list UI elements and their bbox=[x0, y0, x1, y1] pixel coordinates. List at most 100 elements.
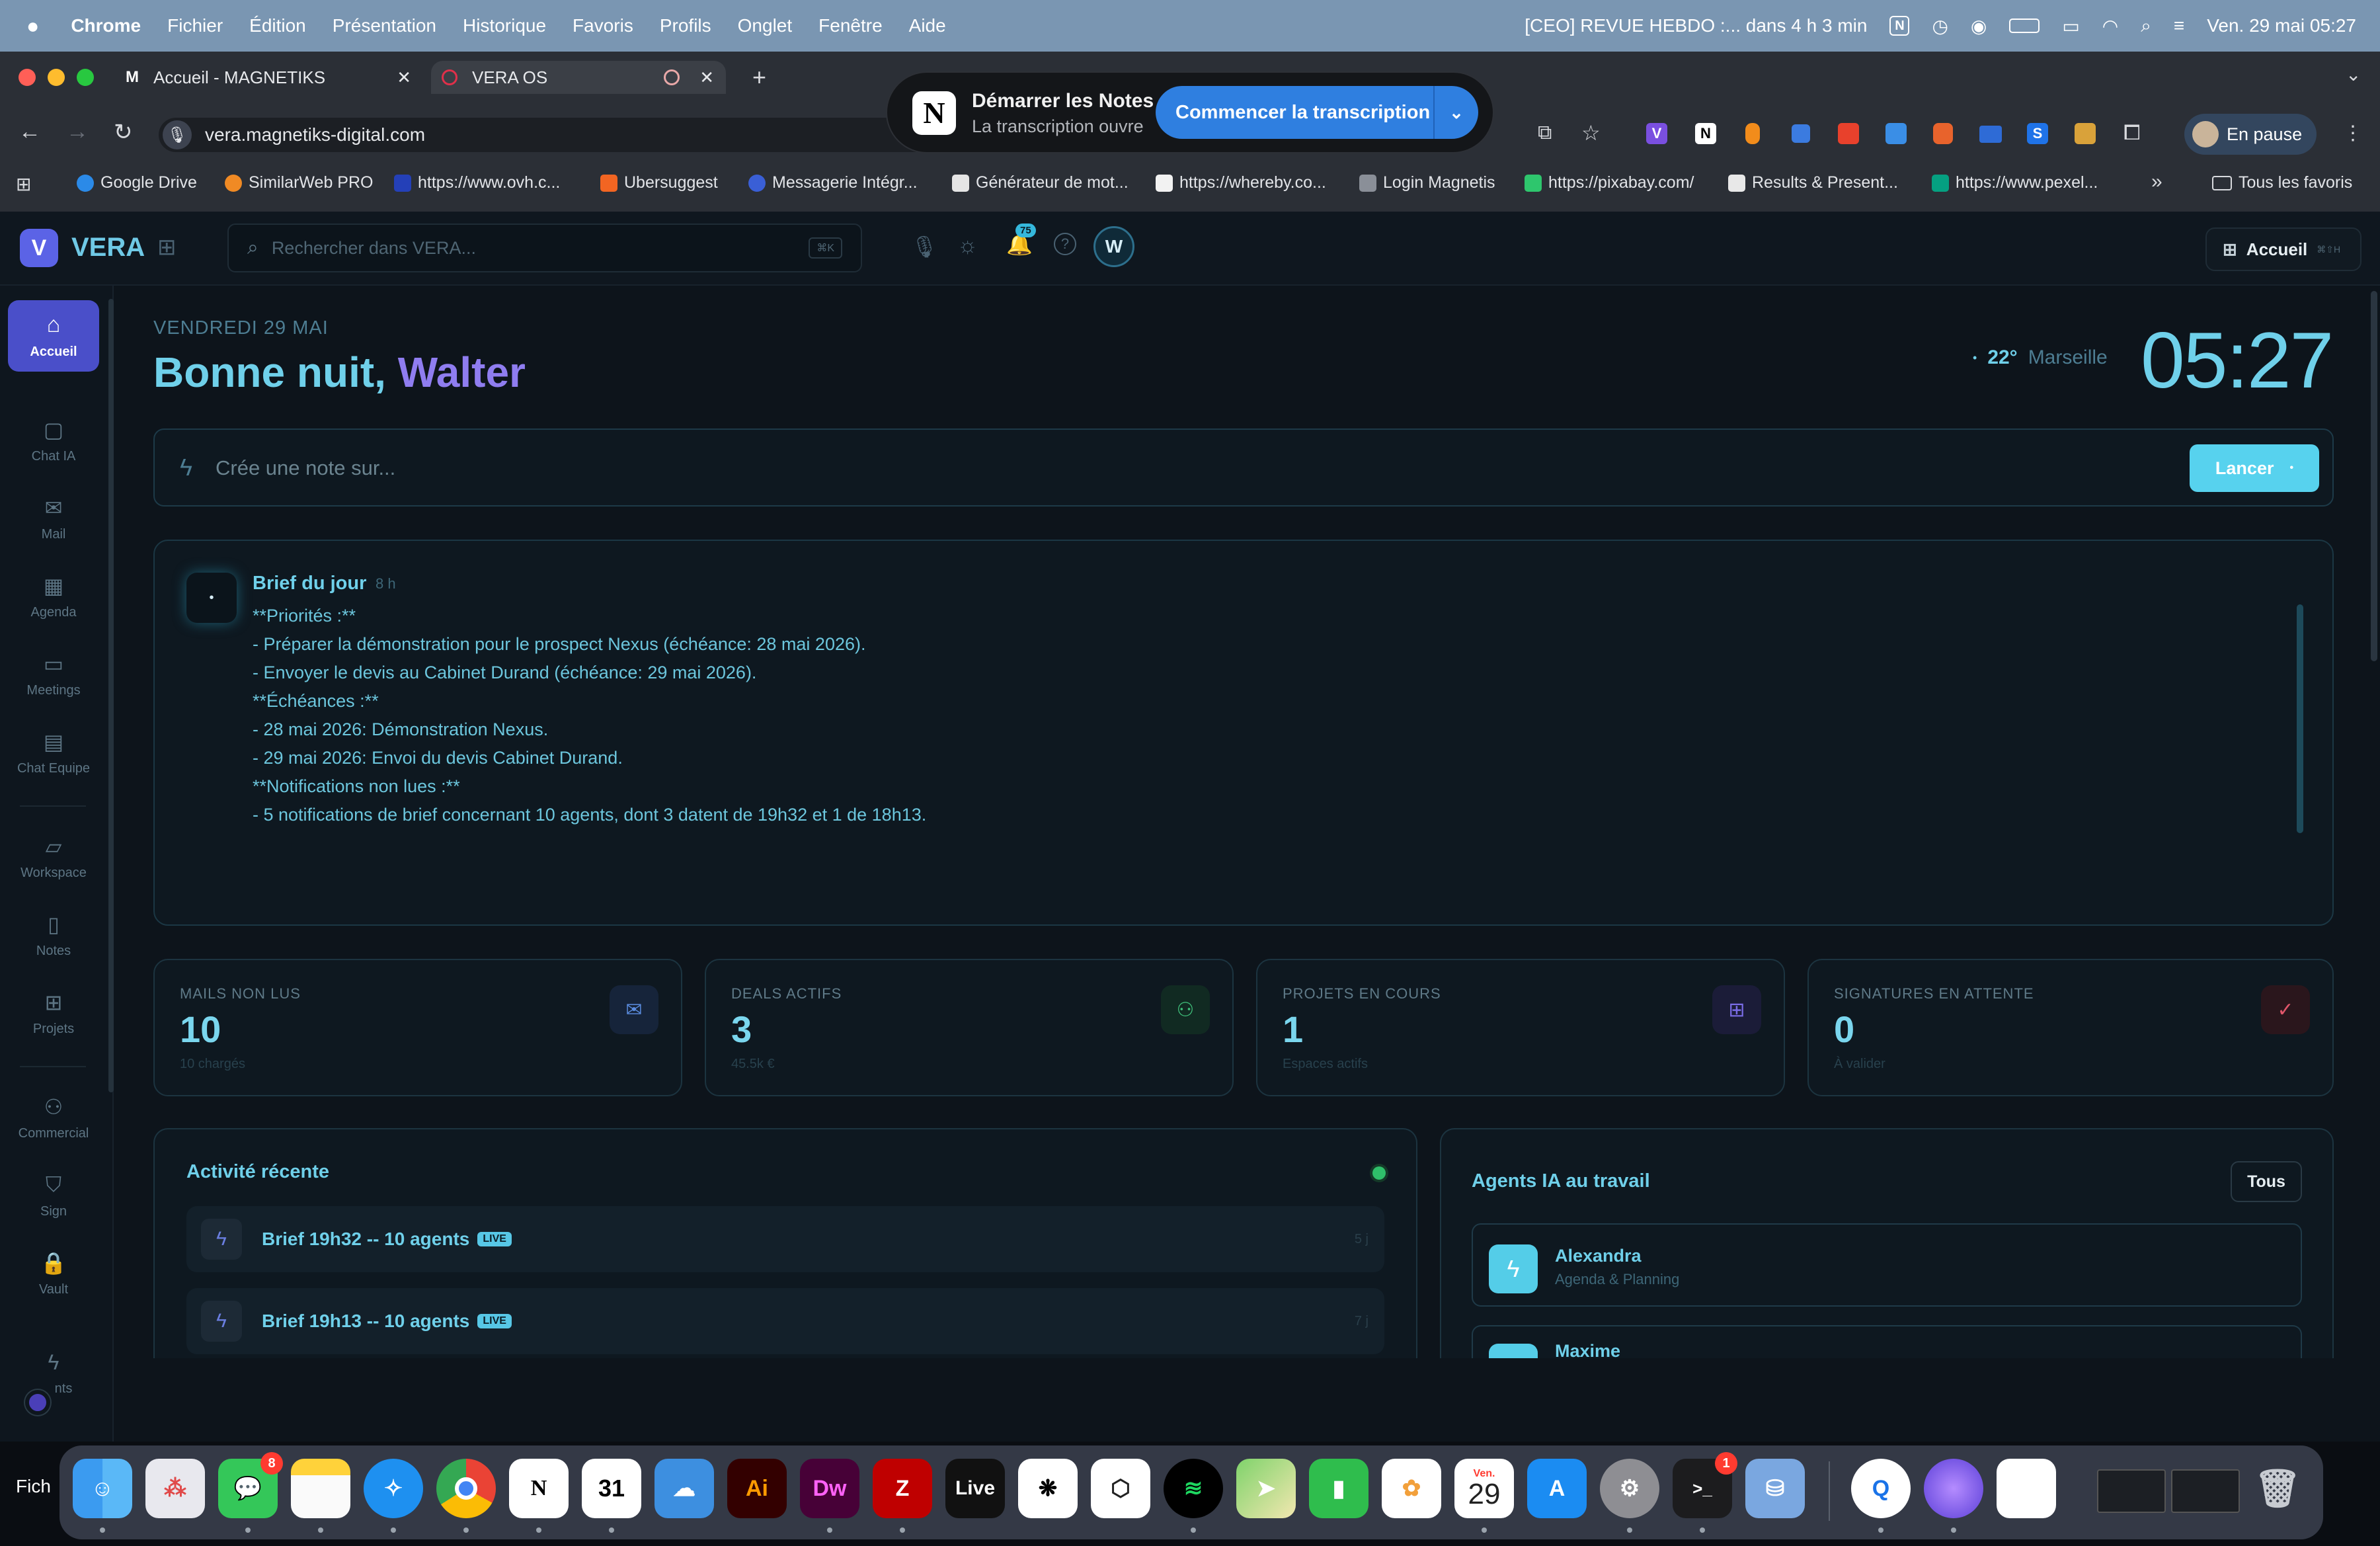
extension-tag-icon[interactable] bbox=[1792, 124, 1810, 143]
spotify-icon[interactable]: ≋ bbox=[1164, 1459, 1223, 1518]
extension-person-icon[interactable] bbox=[1933, 123, 1953, 144]
photos-icon[interactable]: ✿ bbox=[1382, 1459, 1441, 1518]
sidebar-item-meetings[interactable]: ▭ Meetings bbox=[8, 639, 99, 710]
battery-icon[interactable] bbox=[2009, 19, 2040, 33]
sidebar-item-chat-equipe[interactable]: ▤ Chat Equipe bbox=[8, 717, 99, 788]
agent-item[interactable]: ϟ Alexandra Agenda & Planning bbox=[1472, 1223, 2302, 1307]
menu-item[interactable]: Fichier bbox=[167, 15, 223, 36]
apple-icon[interactable]: ● bbox=[26, 14, 39, 38]
safari-icon[interactable]: ✧ bbox=[364, 1459, 423, 1518]
extension-pencil-icon[interactable] bbox=[2075, 123, 2096, 144]
siri-icon[interactable] bbox=[1924, 1459, 1983, 1518]
bookmark[interactable]: Login Magnetis bbox=[1359, 173, 1495, 192]
stat-card-mails[interactable]: MAILS NON LUS 10 10 chargés ✉ bbox=[153, 959, 682, 1096]
extension-red-icon[interactable] bbox=[1838, 123, 1859, 144]
bookmark[interactable]: Messagerie Intégr... bbox=[748, 173, 918, 192]
appstore-icon[interactable]: A bbox=[1527, 1459, 1587, 1518]
finder-icon[interactable]: ☺ bbox=[73, 1459, 132, 1518]
menu-item[interactable]: Présentation bbox=[333, 15, 436, 36]
menu-app-name[interactable]: Chrome bbox=[71, 15, 141, 36]
bookmark[interactable]: https://www.pexel... bbox=[1932, 173, 2098, 192]
bookmark[interactable]: Générateur de mot... bbox=[952, 173, 1129, 192]
stat-card-projects[interactable]: PROJETS EN COURS 1 Espaces actifs ⊞ bbox=[1256, 959, 1785, 1096]
start-transcription-button[interactable]: Commencer la transcription ⌄ bbox=[1156, 86, 1478, 139]
apps-grid-icon[interactable]: ⊞ bbox=[16, 173, 31, 195]
profile-paused-button[interactable]: En pause bbox=[2184, 114, 2317, 155]
cast-icon[interactable]: ⧉ bbox=[1538, 122, 1552, 144]
vera-logo-icon[interactable]: V bbox=[20, 229, 58, 267]
user-icon[interactable]: ◉ bbox=[1971, 15, 1987, 37]
bookmark[interactable]: https://pixabay.com/ bbox=[1525, 173, 1694, 192]
menu-item[interactable]: Historique bbox=[463, 15, 546, 36]
spotlight-icon[interactable]: ⌕ bbox=[2141, 15, 2151, 37]
help-icon[interactable]: ? bbox=[1054, 233, 1076, 255]
terminal-icon[interactable]: >_ 1 bbox=[1673, 1452, 1737, 1518]
theme-sun-icon[interactable]: ☼ bbox=[957, 233, 978, 259]
control-center-icon[interactable]: ≡ bbox=[2174, 15, 2184, 36]
tab-search-icon[interactable]: ⌄ bbox=[2346, 63, 2361, 85]
all-bookmarks-folder[interactable]: Tous les favoris bbox=[2212, 173, 2352, 192]
maps-icon[interactable]: ➤ bbox=[1236, 1459, 1296, 1518]
menu-item[interactable]: Favoris bbox=[573, 15, 633, 36]
backup-icon[interactable]: ⛁ bbox=[1745, 1459, 1805, 1518]
sidebar-item-sign[interactable]: ⛉ Sign bbox=[8, 1160, 99, 1231]
extension-monitor-icon[interactable] bbox=[1979, 126, 2002, 143]
sidebar-item-notes[interactable]: ▯ Notes bbox=[8, 899, 99, 971]
bookmark[interactable]: Ubersuggest bbox=[600, 173, 718, 192]
sidebar-item-chat-ia[interactable]: ▢ Chat IA bbox=[8, 405, 99, 476]
mic-site-icon[interactable]: 🎙 bbox=[163, 120, 192, 149]
stat-card-deals[interactable]: DEALS ACTIFS 3 45.5k € ⚇ bbox=[705, 959, 1234, 1096]
close-window-button[interactable] bbox=[19, 69, 36, 86]
chevron-down-icon[interactable]: ⌄ bbox=[1433, 86, 1478, 139]
extension-orange-icon[interactable] bbox=[1745, 123, 1760, 144]
app-grid-icon[interactable]: ⊞ bbox=[157, 234, 177, 261]
address-bar[interactable]: 🎙 vera.magnetiks-digital.com bbox=[159, 118, 952, 152]
close-tab-icon[interactable]: ✕ bbox=[699, 67, 714, 88]
chrome-menu-icon[interactable]: ⋮ bbox=[2343, 122, 2363, 145]
sidebar-item-commercial[interactable]: ⚇ Commercial bbox=[8, 1082, 99, 1153]
more-bookmarks-icon[interactable]: » bbox=[2151, 171, 2162, 193]
display-icon[interactable]: ▭ bbox=[2062, 15, 2079, 37]
trash-icon[interactable]: 🗑 bbox=[2248, 1459, 2307, 1518]
bookmark[interactable]: SimilarWeb PRO bbox=[225, 173, 373, 192]
menu-item[interactable]: Profils bbox=[660, 15, 711, 36]
launch-button[interactable]: Lancer • bbox=[2190, 444, 2319, 492]
settings-icon[interactable]: ⚙ bbox=[1600, 1459, 1659, 1518]
notes-icon[interactable] bbox=[291, 1459, 350, 1518]
menu-item[interactable]: Aide bbox=[909, 15, 946, 36]
extension-blue-icon[interactable] bbox=[1885, 123, 1907, 144]
user-avatar[interactable]: W bbox=[1093, 226, 1134, 267]
calendar-icon[interactable]: Ven. 29 bbox=[1454, 1459, 1514, 1518]
extension-notion-icon[interactable]: N bbox=[1695, 123, 1716, 144]
status-orb[interactable] bbox=[25, 1390, 50, 1415]
bookmark[interactable]: https://www.ovh.c... bbox=[394, 173, 560, 192]
sidebar-item-workspace[interactable]: ▱ Workspace bbox=[8, 821, 99, 893]
close-tab-icon[interactable]: ✕ bbox=[397, 67, 411, 88]
minimize-window-button[interactable] bbox=[48, 69, 65, 86]
sidebar-item-mail[interactable]: ✉ Mail bbox=[8, 483, 99, 554]
bookmark-star-icon[interactable]: ☆ bbox=[1581, 120, 1601, 145]
bookmark[interactable]: Results & Present... bbox=[1728, 173, 1898, 192]
time-machine-icon[interactable]: ◷ bbox=[1932, 15, 1948, 37]
extension-s-icon[interactable]: S bbox=[2027, 123, 2048, 144]
back-icon[interactable]: ← bbox=[19, 119, 41, 145]
messages-icon[interactable]: 💬 8 bbox=[218, 1452, 283, 1518]
quick-note-bar[interactable]: ϟ Crée une note sur... Lancer • bbox=[153, 428, 2334, 507]
menu-item[interactable]: Fenêtre bbox=[818, 15, 883, 36]
reload-icon[interactable]: ↻ bbox=[114, 119, 133, 145]
sidebar-item-agenda[interactable]: ▦ Agenda bbox=[8, 561, 99, 632]
notion-status-icon[interactable]: N bbox=[1889, 16, 1910, 36]
box-icon[interactable]: ⬡ bbox=[1091, 1459, 1150, 1518]
sidebar-item-vault[interactable]: 🔒 Vault bbox=[8, 1238, 99, 1309]
activity-row[interactable]: ϟ Brief 19h13 -- 10 agents LIVE 7 j bbox=[186, 1288, 1384, 1354]
dreamweaver-icon[interactable]: Dw bbox=[800, 1459, 859, 1518]
browser-tab-active[interactable]: VERA OS ✕ bbox=[431, 61, 726, 94]
menu-item[interactable]: Onglet bbox=[738, 15, 793, 36]
browser-tab[interactable]: M Accueil - MAGNETIKS ✕ bbox=[119, 61, 423, 94]
sidebar-item-projets[interactable]: ⊞ Projets bbox=[8, 977, 99, 1049]
stat-card-signatures[interactable]: SIGNATURES EN ATTENTE 0 À valider ✓ bbox=[1807, 959, 2334, 1096]
sidebar-item-accueil[interactable]: ⌂ Accueil bbox=[8, 300, 99, 372]
agents-all-button[interactable]: Tous bbox=[2231, 1161, 2302, 1202]
notion-icon[interactable]: N bbox=[509, 1459, 569, 1518]
page-scrollbar[interactable] bbox=[2371, 291, 2377, 661]
